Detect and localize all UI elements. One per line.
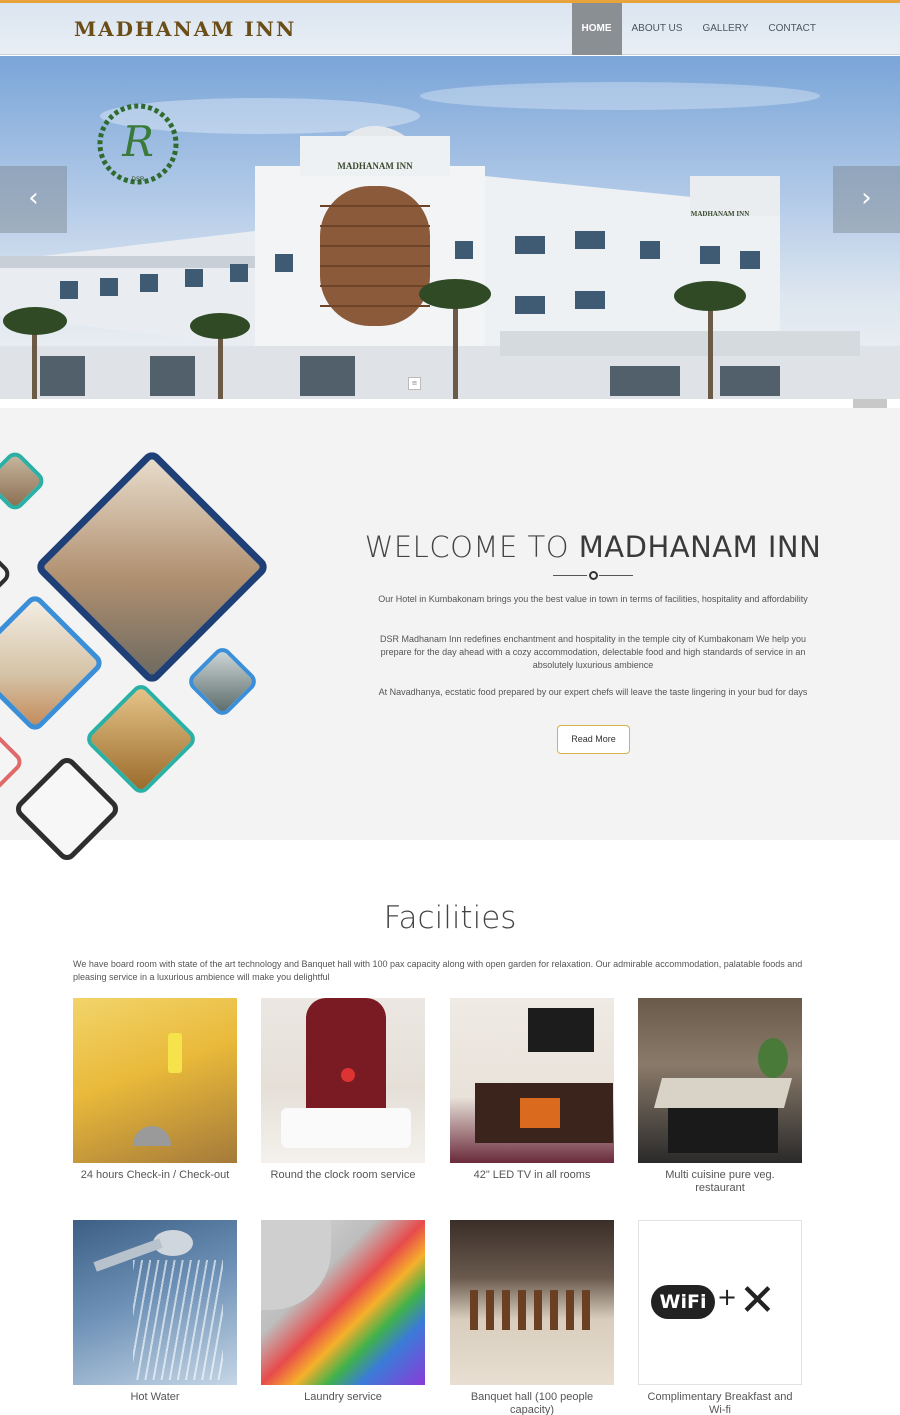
site-logo[interactable]: MADHANAM INN bbox=[74, 17, 296, 41]
nav-contact[interactable]: CONTACT bbox=[758, 3, 826, 55]
facilities-description: We have board room with state of the art… bbox=[73, 959, 803, 982]
site-header: MADHANAM INN HOME ABOUT US GALLERY CONTA… bbox=[0, 3, 900, 55]
facility-label: 24 hours Check-in / Check-out bbox=[80, 1169, 230, 1181]
facilities-title: Facilities bbox=[383, 900, 517, 936]
welcome-title: WELCOME TO MADHANAM INN bbox=[340, 530, 846, 564]
laundry-image bbox=[261, 1220, 425, 1385]
hot-water-image bbox=[73, 1220, 237, 1385]
restaurant-image bbox=[638, 998, 802, 1163]
facility-card[interactable]: 42" LED TV in all rooms bbox=[450, 998, 614, 1182]
building-sign-right: MADHANAM INN bbox=[691, 210, 750, 218]
collage-diamond-4 bbox=[83, 681, 199, 797]
facility-card[interactable]: Multi cuisine pure veg. restaurant bbox=[638, 998, 802, 1195]
wifi-breakfast-image: WiFi + ✕ bbox=[638, 1220, 802, 1385]
checkin-image bbox=[73, 998, 237, 1163]
collage-diamond-3 bbox=[185, 644, 260, 719]
collage-diamond-7 bbox=[0, 548, 14, 600]
facility-card[interactable]: 24 hours Check-in / Check-out bbox=[73, 998, 237, 1182]
facility-card[interactable]: WiFi + ✕ Complimentary Breakfast and Wi-… bbox=[638, 1220, 802, 1415]
cutlery-icon: ✕ bbox=[739, 1275, 776, 1326]
chevron-left-icon: ‹ bbox=[28, 183, 39, 213]
welcome-paragraph-2: DSR Madhanam Inn redefines enchantment a… bbox=[379, 634, 807, 670]
facility-label: Multi cuisine pure veg. restaurant bbox=[665, 1169, 775, 1194]
slider-next-button[interactable]: › bbox=[833, 166, 900, 233]
slider-pagination-dot[interactable]: ≡ bbox=[408, 377, 421, 390]
facility-label: Complimentary Breakfast and Wi-fi bbox=[647, 1391, 793, 1415]
facility-label: Round the clock room service bbox=[270, 1169, 416, 1181]
welcome-title-name: MADHANAM INN bbox=[578, 530, 822, 564]
collage-diamond-1 bbox=[0, 448, 48, 514]
svg-text:R: R bbox=[121, 117, 154, 166]
svg-text:DSR: DSR bbox=[132, 177, 145, 183]
banquet-hall-image bbox=[450, 1220, 614, 1385]
nav-about-us[interactable]: ABOUT US bbox=[622, 3, 693, 55]
welcome-title-prefix: WELCOME TO bbox=[364, 530, 570, 564]
slider-prev-button[interactable]: ‹ bbox=[0, 166, 67, 233]
facility-card[interactable]: Laundry service bbox=[261, 1220, 425, 1404]
building-sign: MADHANAM INN bbox=[337, 161, 413, 171]
collage-diamond-6 bbox=[11, 753, 123, 865]
welcome-paragraph-3: At Navadhanya, ecstatic food prepared by… bbox=[378, 687, 808, 697]
facility-card[interactable]: Round the clock room service bbox=[261, 998, 425, 1182]
welcome-paragraph-1: Our Hotel in Kumbakonam brings you the b… bbox=[378, 594, 808, 604]
facility-label: Laundry service bbox=[304, 1391, 382, 1403]
nav-gallery[interactable]: GALLERY bbox=[692, 3, 758, 55]
hero-slider: MADHANAM INN MADHANAM INN R DSR ‹ › ≡ bbox=[0, 56, 900, 399]
wifi-icon: WiFi bbox=[651, 1285, 715, 1319]
collage-diamond-5 bbox=[0, 722, 26, 802]
facility-card[interactable]: Banquet hall (100 people capacity) bbox=[450, 1220, 614, 1415]
read-more-button[interactable]: Read More bbox=[557, 725, 630, 754]
nav-home[interactable]: HOME bbox=[571, 3, 622, 55]
chevron-right-icon: › bbox=[861, 183, 872, 213]
hotel-building-image: MADHANAM INN MADHANAM INN R DSR bbox=[0, 82, 900, 399]
title-divider bbox=[553, 571, 633, 581]
welcome-section: WELCOME TO MADHANAM INN Our Hotel in Kum… bbox=[0, 408, 900, 865]
main-nav: HOME ABOUT US GALLERY CONTACT bbox=[571, 3, 826, 55]
facility-card[interactable]: Hot Water bbox=[73, 1220, 237, 1404]
facility-label: Hot Water bbox=[130, 1391, 180, 1403]
facility-label: 42" LED TV in all rooms bbox=[473, 1169, 591, 1181]
slider-indicator[interactable] bbox=[853, 399, 887, 408]
room-service-image bbox=[261, 998, 425, 1163]
led-tv-image bbox=[450, 998, 614, 1163]
plus-icon: + bbox=[717, 1283, 738, 1311]
facility-label: Banquet hall (100 people capacity) bbox=[470, 1391, 594, 1415]
